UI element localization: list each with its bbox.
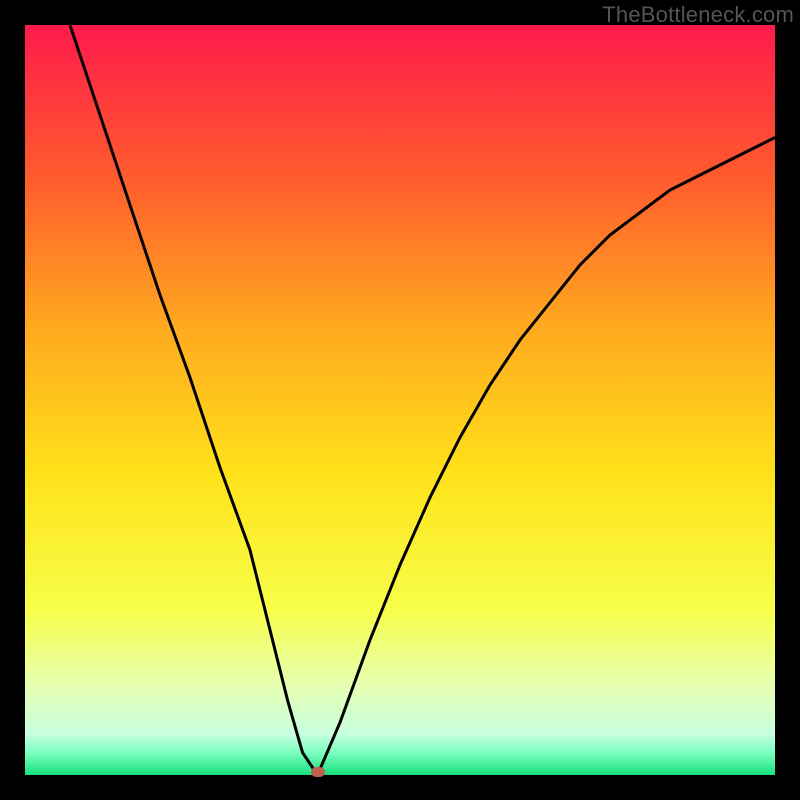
watermark-text: TheBottleneck.com	[602, 2, 794, 28]
minimum-marker	[311, 767, 325, 777]
curve-path	[70, 25, 775, 775]
plot-area	[25, 25, 775, 775]
bottleneck-curve	[25, 25, 775, 775]
chart-frame: TheBottleneck.com	[0, 0, 800, 800]
